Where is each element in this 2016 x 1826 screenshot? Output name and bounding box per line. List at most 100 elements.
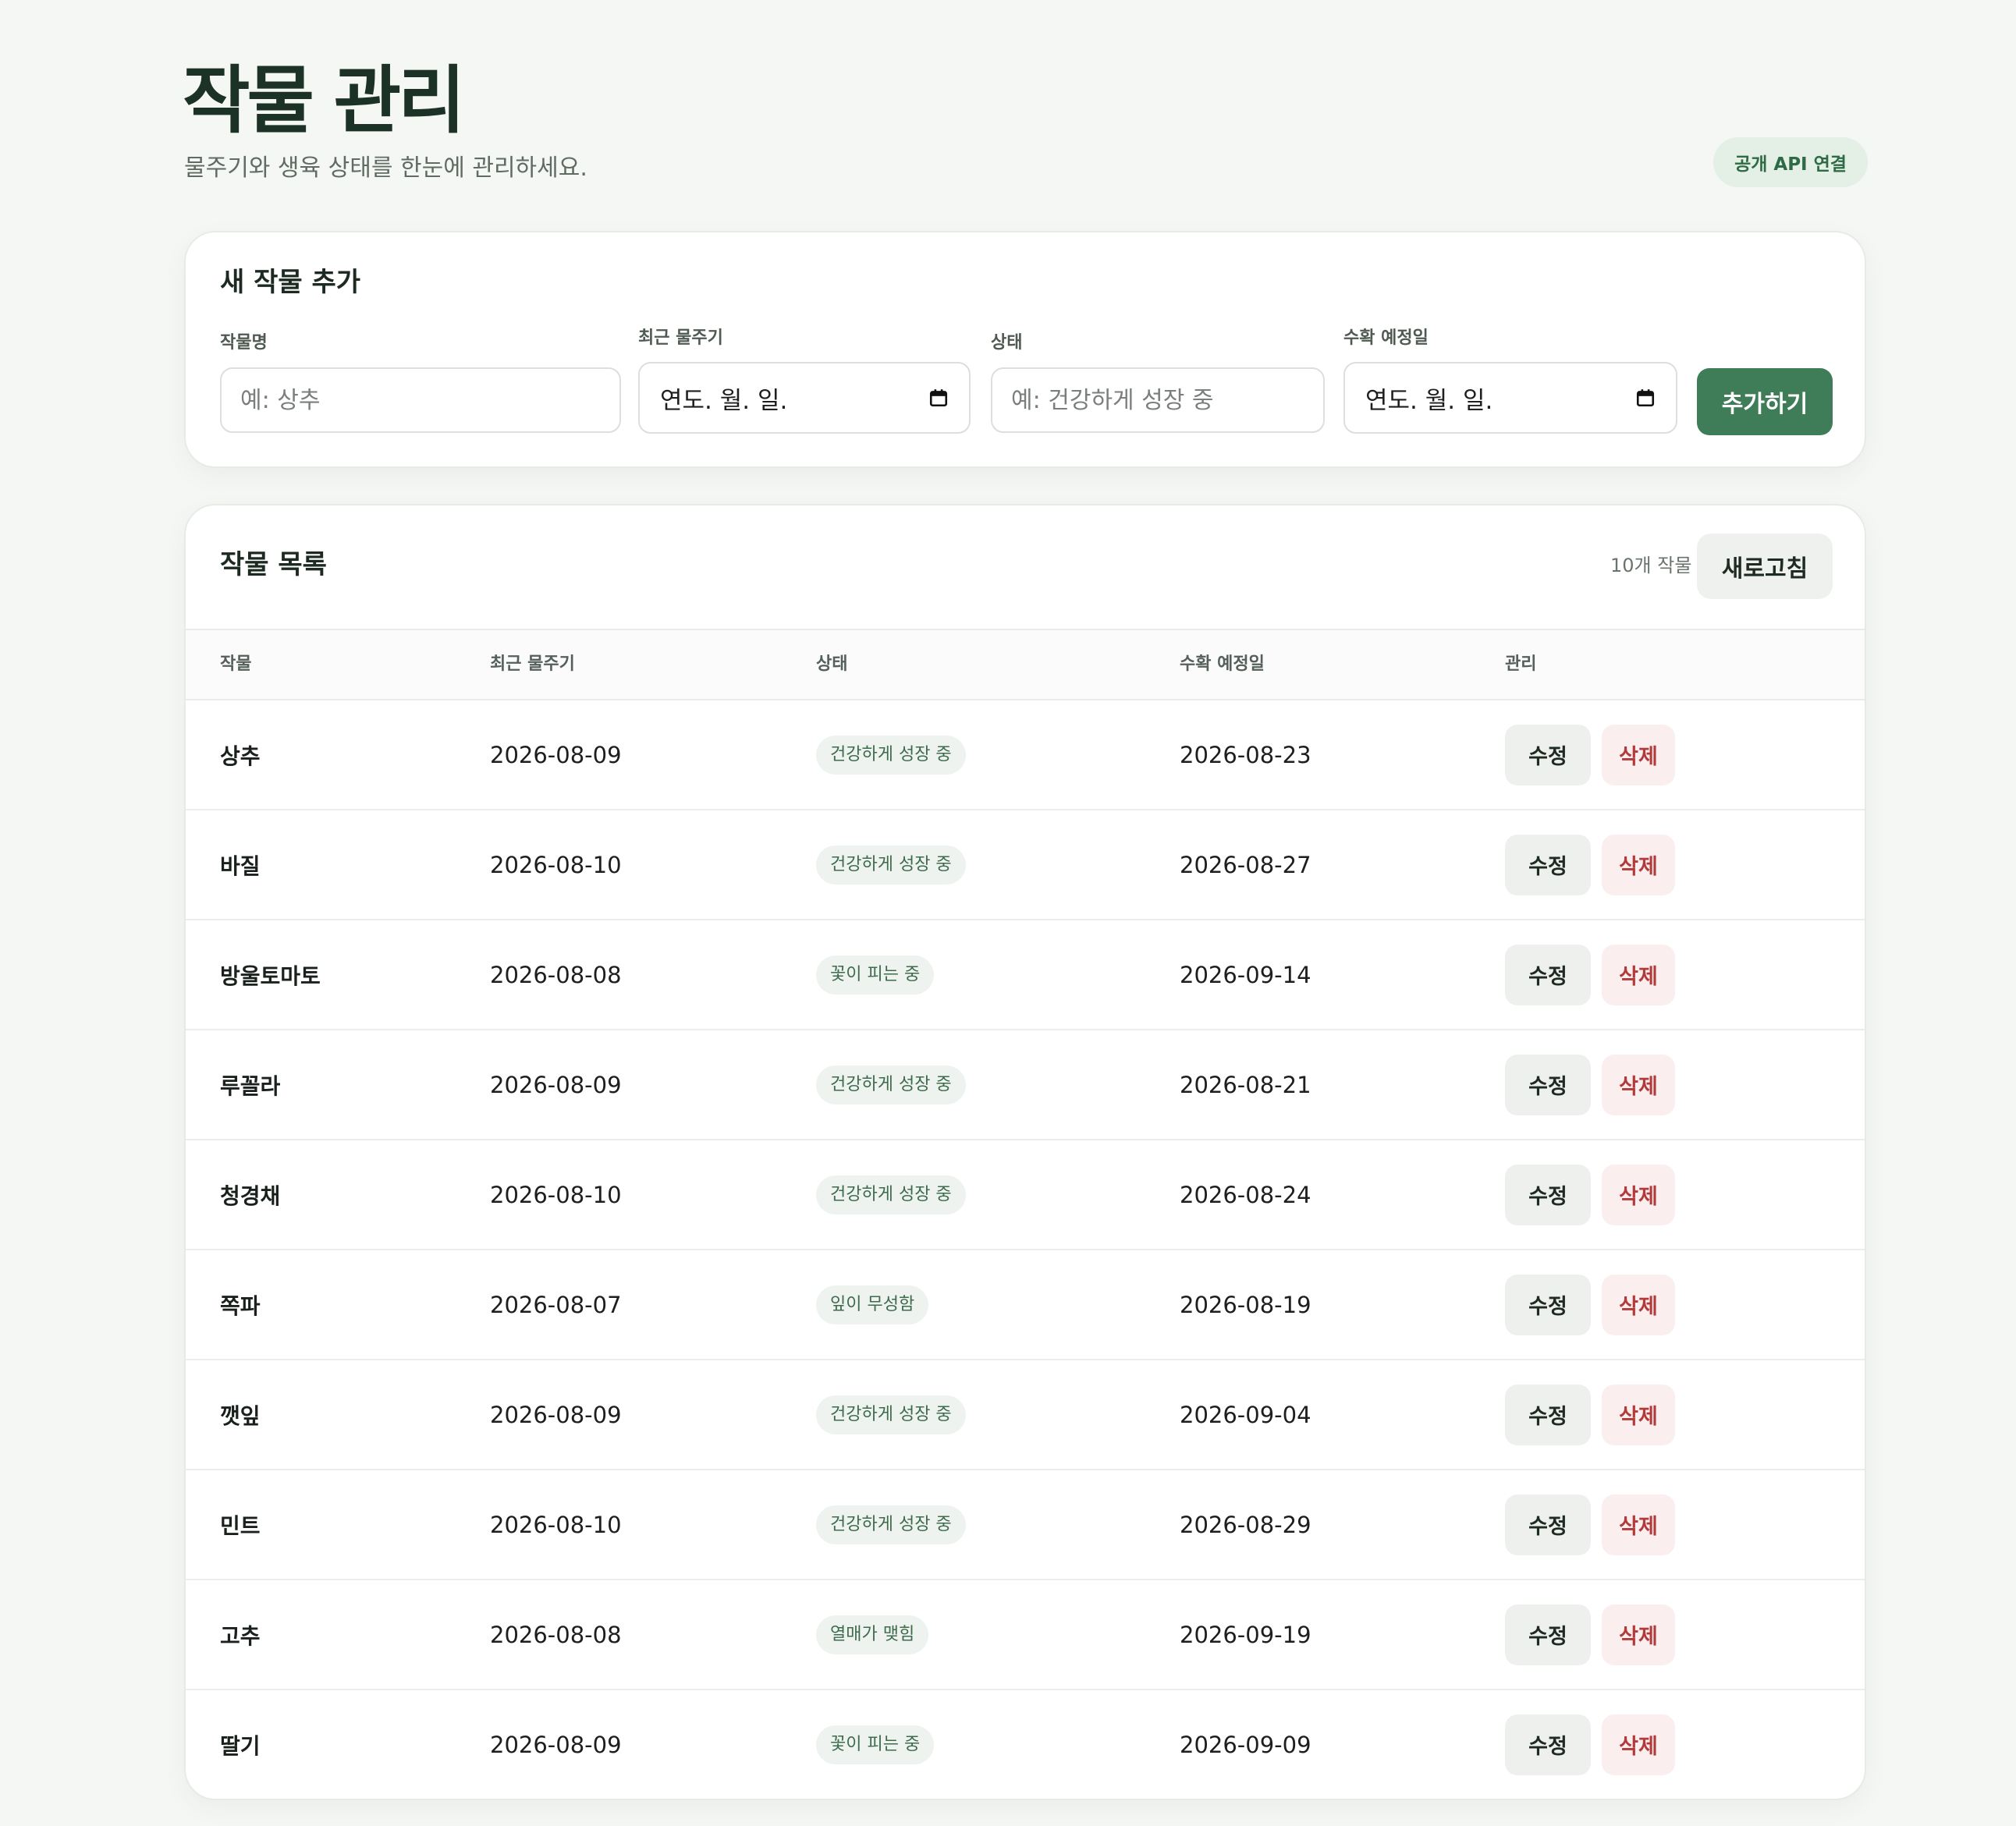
- crop-name: 청경채: [220, 1182, 281, 1209]
- crop-management-page: 작물 관리 물주기와 생육 상태를 한눈에 관리하세요. 공개 API 연결 새…: [0, 0, 2016, 1826]
- status-cell: 건강하게 성장 중: [816, 700, 966, 809]
- status-cell: 잎이 무성함: [816, 1250, 929, 1359]
- harvest-date: 2026-09-09: [1180, 1731, 1311, 1758]
- watered-date-value: 연도. 월. 일.: [660, 386, 788, 415]
- table-row: 바질 2026-08-10 건강하게 성장 중 2026-08-27 수정 삭제: [186, 810, 1865, 920]
- table-row: 쪽파 2026-08-07 잎이 무성함 2026-08-19 수정 삭제: [186, 1250, 1865, 1360]
- status-cell: 열매가 맺힘: [816, 1580, 929, 1689]
- status-badge: 꽃이 피는 중: [816, 955, 935, 995]
- row-actions: 수정 삭제: [1505, 1690, 1675, 1799]
- status-badge: 건강하게 성장 중: [816, 1505, 966, 1544]
- crop-table-body: 상추 2026-08-09 건강하게 성장 중 2026-08-23 수정 삭제 바질 202…: [186, 700, 1865, 1799]
- status-cell: 꽃이 피는 중: [816, 1690, 935, 1799]
- crop-list-card: 작물 목록 10개 작물 새로고침 작물 최근 물주기 상태 수확 예정일 관리…: [184, 504, 1866, 1800]
- status-input[interactable]: [991, 367, 1325, 433]
- crop-name: 깻잎: [220, 1402, 261, 1429]
- row-actions: 수정 삭제: [1505, 1580, 1675, 1689]
- crop-name: 방울토마토: [220, 963, 321, 989]
- harvest-date: 2026-08-27: [1180, 851, 1311, 878]
- watered-date: 2026-08-09: [490, 1401, 622, 1428]
- delete-button[interactable]: 삭제: [1602, 724, 1675, 785]
- row-actions: 수정 삭제: [1505, 1470, 1675, 1579]
- delete-button[interactable]: 삭제: [1602, 1714, 1675, 1775]
- delete-button[interactable]: 삭제: [1602, 1384, 1675, 1445]
- watered-date: 2026-08-07: [490, 1291, 622, 1318]
- edit-button[interactable]: 수정: [1505, 1054, 1591, 1115]
- refresh-button[interactable]: 새로고침: [1697, 534, 1833, 599]
- status-cell: 건강하게 성장 중: [816, 1030, 966, 1139]
- delete-button[interactable]: 삭제: [1602, 834, 1675, 895]
- watered-date: 2026-08-08: [490, 1621, 622, 1648]
- delete-button[interactable]: 삭제: [1602, 1494, 1675, 1555]
- api-connection-badge[interactable]: 공개 API 연결: [1713, 137, 1868, 187]
- table-row: 방울토마토 2026-08-08 꽃이 피는 중 2026-09-14 수정 삭제: [186, 920, 1865, 1030]
- status-badge: 꽃이 피는 중: [816, 1725, 935, 1764]
- status-cell: 건강하게 성장 중: [816, 1360, 966, 1469]
- row-actions: 수정 삭제: [1505, 1140, 1675, 1249]
- column-header-crop: 작물: [220, 654, 252, 674]
- harvest-date: 2026-08-19: [1180, 1291, 1311, 1318]
- watered-date: 2026-08-09: [490, 1071, 622, 1098]
- harvest-date: 2026-09-04: [1180, 1401, 1311, 1428]
- crop-name: 상추: [220, 743, 261, 769]
- calendar-icon[interactable]: [928, 388, 949, 408]
- row-actions: 수정 삭제: [1505, 810, 1675, 919]
- harvest-date: 2026-09-19: [1180, 1621, 1311, 1648]
- crop-name-label: 작물명: [220, 333, 268, 353]
- crop-name-input[interactable]: [220, 367, 621, 433]
- table-row: 고추 2026-08-08 열매가 맺힘 2026-09-19 수정 삭제: [186, 1580, 1865, 1690]
- crop-name: 바질: [220, 853, 261, 879]
- calendar-icon[interactable]: [1635, 388, 1656, 408]
- edit-button[interactable]: 수정: [1505, 1494, 1591, 1555]
- row-actions: 수정 삭제: [1505, 1360, 1675, 1469]
- status-cell: 건강하게 성장 중: [816, 1140, 966, 1249]
- watered-date: 2026-08-10: [490, 1181, 622, 1208]
- watered-date: 2026-08-08: [490, 961, 622, 988]
- edit-button[interactable]: 수정: [1505, 944, 1591, 1005]
- crop-list-title: 작물 목록: [220, 549, 327, 580]
- harvest-date-input[interactable]: 연도. 월. 일.: [1343, 362, 1677, 434]
- table-row: 깻잎 2026-08-09 건강하게 성장 중 2026-09-04 수정 삭제: [186, 1360, 1865, 1470]
- watered-date: 2026-08-10: [490, 1511, 622, 1538]
- watered-date: 2026-08-09: [490, 1731, 622, 1758]
- crop-name: 딸기: [220, 1732, 261, 1759]
- delete-button[interactable]: 삭제: [1602, 944, 1675, 1005]
- status-badge: 건강하게 성장 중: [816, 845, 966, 885]
- watered-date-label: 최근 물주기: [638, 328, 723, 348]
- edit-button[interactable]: 수정: [1505, 1604, 1591, 1665]
- crop-name: 고추: [220, 1622, 261, 1649]
- edit-button[interactable]: 수정: [1505, 724, 1591, 785]
- crop-name: 쪽파: [220, 1292, 261, 1319]
- status-cell: 꽃이 피는 중: [816, 920, 935, 1029]
- watered-date: 2026-08-10: [490, 851, 622, 878]
- table-header: 작물 최근 물주기 상태 수확 예정일 관리: [186, 629, 1865, 700]
- delete-button[interactable]: 삭제: [1602, 1054, 1675, 1115]
- crop-count: 10개 작물: [1610, 555, 1692, 576]
- harvest-date: 2026-08-23: [1180, 741, 1311, 768]
- table-row: 상추 2026-08-09 건강하게 성장 중 2026-08-23 수정 삭제: [186, 700, 1865, 810]
- crop-name: 민트: [220, 1512, 261, 1539]
- status-cell: 건강하게 성장 중: [816, 1470, 966, 1579]
- edit-button[interactable]: 수정: [1505, 1384, 1591, 1445]
- harvest-date: 2026-08-21: [1180, 1071, 1311, 1098]
- column-header-watered: 최근 물주기: [490, 654, 575, 674]
- harvest-date: 2026-08-24: [1180, 1181, 1311, 1208]
- status-label: 상태: [991, 333, 1023, 353]
- page-subtitle: 물주기와 생육 상태를 한눈에 관리하세요.: [184, 154, 587, 182]
- delete-button[interactable]: 삭제: [1602, 1164, 1675, 1225]
- edit-button[interactable]: 수정: [1505, 1274, 1591, 1335]
- edit-button[interactable]: 수정: [1505, 1164, 1591, 1225]
- table-row: 딸기 2026-08-09 꽃이 피는 중 2026-09-09 수정 삭제: [186, 1690, 1865, 1799]
- delete-button[interactable]: 삭제: [1602, 1604, 1675, 1665]
- harvest-date: 2026-09-14: [1180, 961, 1311, 988]
- status-badge: 잎이 무성함: [816, 1285, 929, 1324]
- harvest-date-value: 연도. 월. 일.: [1365, 386, 1493, 415]
- delete-button[interactable]: 삭제: [1602, 1274, 1675, 1335]
- status-badge: 건강하게 성장 중: [816, 1175, 966, 1214]
- edit-button[interactable]: 수정: [1505, 1714, 1591, 1775]
- watered-date-input[interactable]: 연도. 월. 일.: [638, 362, 971, 434]
- edit-button[interactable]: 수정: [1505, 834, 1591, 895]
- add-crop-title: 새 작물 추가: [220, 267, 361, 298]
- page-title: 작물 관리: [183, 59, 466, 144]
- add-crop-button[interactable]: 추가하기: [1697, 368, 1833, 435]
